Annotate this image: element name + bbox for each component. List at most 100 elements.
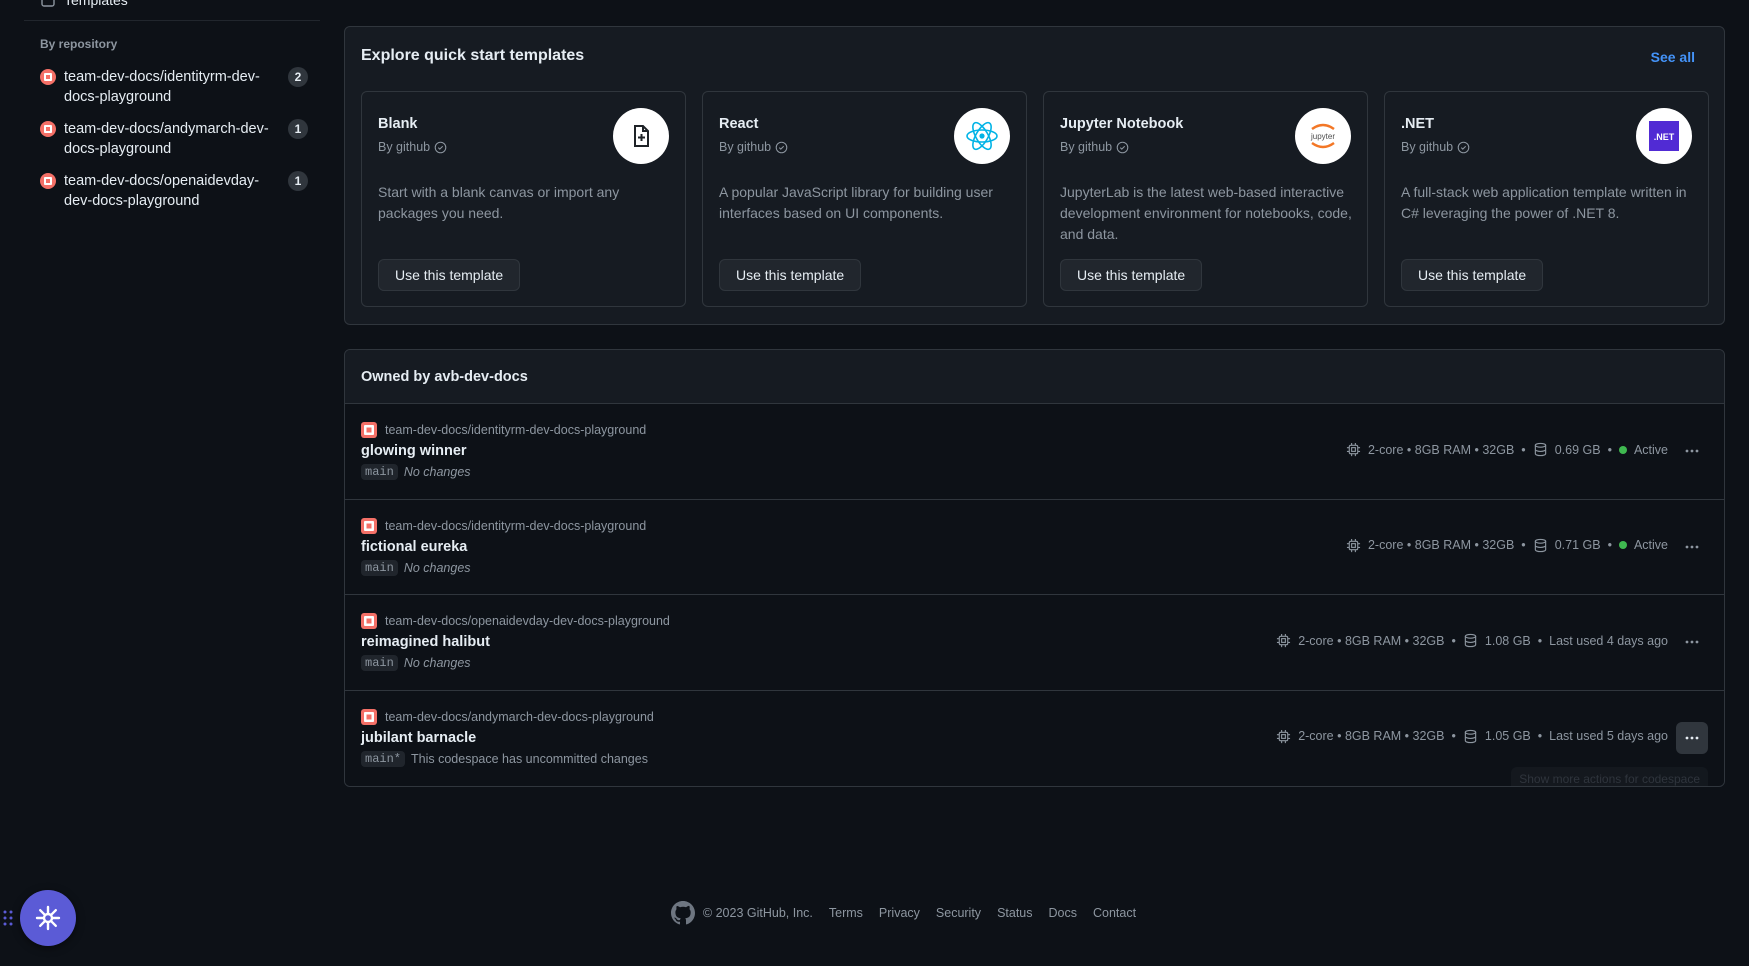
codespace-name[interactable]: glowing winner [361,443,467,459]
changes-status: No changes [403,656,471,670]
separator: • [1521,442,1526,457]
sidebar-heading: By repository [40,37,118,51]
repo-avatar-icon [361,613,377,629]
github-logo-icon[interactable] [670,901,695,925]
codespace-branch-line: main No changes [361,559,471,576]
footer-link-contact[interactable]: Contact [1093,906,1136,920]
footer-link-terms[interactable]: Terms [829,906,863,920]
cpu-icon [1346,538,1361,552]
repo-avatar-icon [361,517,377,534]
codespace-row[interactable]: team-dev-docs/identityrm-dev-docs-playgr… [345,404,1724,500]
more-actions-tooltip: Show more actions for codespace [1511,766,1708,786]
template-name: .NET [1401,116,1435,132]
cpu-icon [1277,729,1291,743]
codespace-status: Last used 4 days ago [1549,633,1668,648]
branch-tag: main [361,559,398,576]
footer-link-security[interactable]: Security [936,906,981,920]
sidebar-repo-item[interactable]: team-dev-docs/openaidevday-dev-docs-play… [40,171,308,223]
footer-link-status[interactable]: Status [997,906,1032,920]
copyright-text: © 2023 GitHub, Inc. [702,906,813,920]
codespace-repo-name: team-dev-docs/identityrm-dev-docs-playgr… [385,423,647,437]
see-all-link[interactable]: See all [1651,49,1695,65]
jupyter-logo-text: jupyter [1310,132,1335,141]
active-status-dot [1618,445,1627,454]
kebab-horizontal-icon [1685,449,1699,453]
template-author-label: By github [719,140,772,154]
repo-avatar-icon [361,422,377,438]
machine-spec: 2-core • 8GB RAM • 32GB [1298,729,1445,743]
sidebar-item-templates[interactable]: Templates [40,0,128,8]
storage-used: 1.08 GB [1484,633,1531,648]
codespace-name[interactable]: jubilant barnacle [361,730,476,746]
active-status-dot [1618,541,1627,549]
dotnet-logo-text: .NET [1654,132,1675,142]
assistant-launcher-button[interactable] [20,890,76,946]
kebab-horizontal-icon [1685,736,1699,739]
codespace-row[interactable]: team-dev-docs/andymarch-dev-docs-playgro… [345,690,1724,786]
use-template-button[interactable]: Use this template [1060,259,1203,291]
separator: • [1451,729,1456,743]
codespace-status: Active [1633,538,1668,552]
react-icon [954,108,1010,164]
template-description: JupyterLab is the latest web-based inter… [1060,184,1352,242]
sidebar-repo-item[interactable]: team-dev-docs/andymarch-dev-docs-playgro… [40,119,308,171]
separator: • [1607,442,1612,457]
codespace-row[interactable]: team-dev-docs/identityrm-dev-docs-playgr… [345,499,1724,595]
codespace-name[interactable]: reimagined halibut [361,634,490,650]
template-card-react: React By github A popular JavaScript lib… [702,91,1027,307]
branch-tag: main [361,655,398,671]
footer-link-docs[interactable]: Docs [1049,906,1077,920]
repo-name: team-dev-docs/openaidevday-dev-docs-play… [64,173,260,209]
codespace-branch-line: main No changes [361,655,471,671]
template-author-label: By github [1401,140,1454,154]
sidebar-item-label: Templates [64,0,128,8]
owned-codespaces-panel: Owned by avb-dev-docs team-dev-docs/iden… [344,349,1725,787]
footer: © 2023 GitHub, Inc. Terms Privacy Securi… [0,901,1749,925]
repo-name: team-dev-docs/andymarch-dev-docs-playgro… [64,121,269,157]
file-add-icon [613,108,669,164]
separator: • [1521,538,1526,552]
template-cards: Blank By github Start with a blank canva… [361,91,1709,307]
codespace-meta: 2-core • 8GB RAM • 32GB • 1.08 GB • Last… [1276,633,1668,648]
template-card-dotnet: .NET By github .NET A full-stack web app… [1384,91,1709,307]
repo-name: team-dev-docs/identityrm-dev-docs-playgr… [64,69,260,105]
quick-start-templates-panel: Explore quick start templates See all Bl… [344,26,1725,325]
codespace-row[interactable]: team-dev-docs/openaidevday-dev-docs-play… [345,595,1724,691]
template-author-label: By github [378,140,431,154]
codespace-count-badge: 1 [288,119,308,139]
storage-used: 0.69 GB [1554,442,1601,457]
repo-avatar-icon [40,69,56,85]
codespace-meta: 2-core • 8GB RAM • 32GB • 0.69 GB • Acti… [1346,442,1668,457]
drag-handle-icon[interactable] [3,908,13,928]
codespace-count-badge: 1 [288,171,308,191]
template-author: By github [1401,140,1470,154]
codespace-status: Active [1633,442,1668,457]
kebab-horizontal-icon [1685,640,1699,644]
verified-icon [1457,141,1470,153]
template-author: By github [378,140,447,154]
sidebar-divider [24,20,320,21]
verified-icon [1116,141,1129,153]
use-template-button[interactable]: Use this template [378,259,521,291]
repo-avatar-icon [40,121,56,137]
verified-icon [434,141,447,153]
more-actions-button[interactable] [1676,531,1708,563]
dotnet-icon: .NET [1636,108,1692,164]
more-actions-button[interactable] [1676,435,1708,467]
more-actions-button[interactable] [1676,721,1708,754]
changes-status: No changes [403,560,471,575]
machine-spec: 2-core • 8GB RAM • 32GB [1367,442,1515,457]
codespace-name[interactable]: fictional eureka [361,539,467,555]
template-name: Jupyter Notebook [1060,116,1184,132]
use-template-button[interactable]: Use this template [719,259,862,291]
more-actions-button[interactable] [1676,626,1708,658]
use-template-button[interactable]: Use this template [1401,259,1544,291]
sidebar-repo-item[interactable]: team-dev-docs/identityrm-dev-docs-playgr… [40,67,308,119]
footer-link-privacy[interactable]: Privacy [879,906,920,920]
codespace-branch-line: main* This codespace has uncommitted cha… [361,750,648,767]
branch-tag: main [361,464,398,480]
codespace-repo-name: team-dev-docs/identityrm-dev-docs-playgr… [385,518,647,533]
database-icon [1534,538,1546,552]
storage-used: 1.05 GB [1484,729,1531,743]
codespace-status: Last used 5 days ago [1549,729,1668,743]
